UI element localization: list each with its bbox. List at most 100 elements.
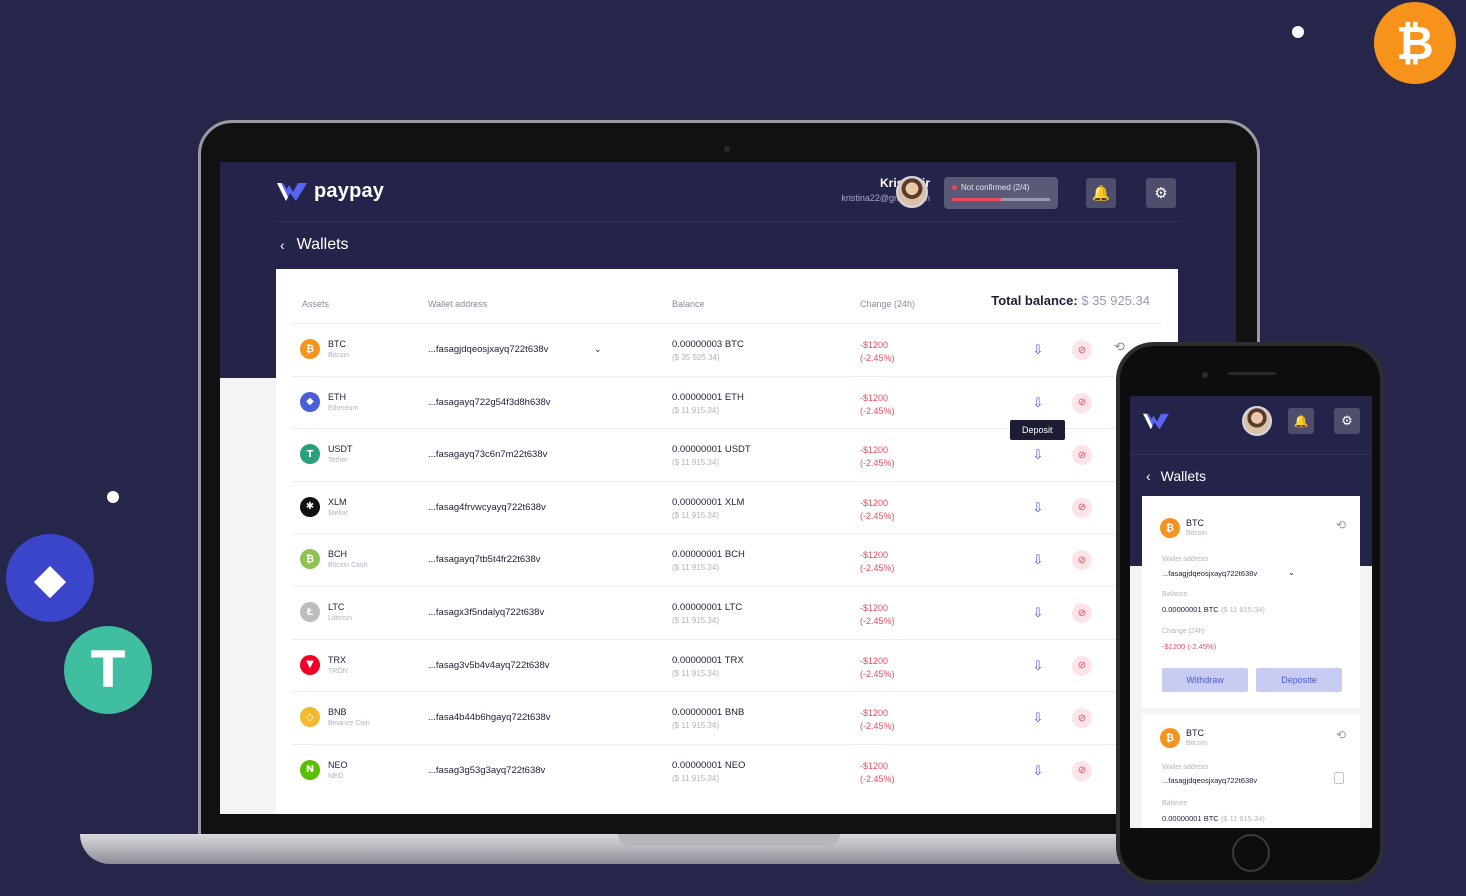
balance-amount: 0.00000001 BCH — [672, 549, 745, 561]
table-row[interactable]: ▼ TRX TRON ...fasag3v5b4v4ayq722t638v 0.0000… — [292, 638, 1162, 691]
wallet-address[interactable]: ...fasagayq73c6n7m22t638v — [428, 449, 547, 460]
asset-name: TRON — [328, 667, 348, 675]
chevron-left-icon[interactable]: ‹ — [280, 237, 285, 253]
asset-name: Bitcoin — [328, 352, 350, 359]
wallet-address[interactable]: ...fasa4b44b6hgayq722t638v — [428, 712, 551, 723]
balance-amount: 0.00000001 LTC — [672, 602, 743, 613]
header-address: Wallet address — [428, 299, 488, 309]
divider — [1130, 454, 1372, 455]
table-row[interactable]: ◇ BNB Binance Coin ...fasa4b44b6hgayq722t63… — [292, 691, 1162, 743]
balance-amount: 0.00000001 USDT — [672, 444, 751, 456]
withdraw-icon[interactable]: ⊘ — [1072, 550, 1092, 571]
withdraw-icon[interactable]: ⊘ — [1072, 655, 1092, 676]
deposit-icon[interactable]: ⇩ — [1028, 761, 1048, 781]
brand-logo[interactable]: paypay — [276, 180, 384, 203]
asset-symbol: BNB — [328, 707, 347, 718]
balance-value: 0.00000001 BTC ($ 11 915.34) — [1162, 605, 1265, 614]
balance-amount: 0.00000003 BTC — [672, 339, 744, 350]
asset-name: Stellar — [328, 509, 348, 517]
wallets-table: Assets Wallet address Balance Change (24… — [276, 269, 1178, 814]
change-value: -$1200 (-2.45%) — [860, 444, 895, 470]
notifications-button[interactable]: 🔔 — [1086, 178, 1116, 208]
paypay-logo-icon[interactable] — [1142, 412, 1170, 431]
withdraw-icon[interactable]: ⊘ — [1072, 445, 1092, 466]
change-percent: (-2.45%) — [860, 510, 895, 521]
table-row[interactable]: ✱ XLM Stellar ...fasag4frvwcyayq722t638v 0.0… — [292, 480, 1162, 533]
balance-usd: ($ 11 915.34) — [1220, 605, 1265, 614]
history-icon[interactable]: ⟲ — [1336, 728, 1346, 742]
change-value: -$1200 (-2.45%) — [860, 760, 895, 786]
deposit-icon[interactable]: ⇩ — [1028, 445, 1048, 465]
wallet-address[interactable]: ...fasagx3f5ndalyq722t638v — [428, 607, 544, 618]
settings-button[interactable]: ⚙ — [1146, 178, 1176, 208]
wallet-address[interactable]: ...fasagayq7tb5t4fr22t638v — [428, 554, 541, 565]
balance-usd: ($ 11 915.34) — [672, 773, 719, 783]
asset-name: Binance Coin — [328, 720, 370, 728]
withdraw-icon[interactable]: ⊘ — [1072, 603, 1092, 623]
settings-button[interactable]: ⚙ — [1334, 408, 1360, 434]
bell-icon: 🔔 — [1091, 185, 1111, 202]
table-row[interactable]: N NEO NEO ...fasag3g53g3ayq722t638v 0.000000… — [292, 743, 1162, 796]
balance-usd: ($ 11 915.34) — [672, 668, 719, 678]
notifications-button[interactable]: 🔔 — [1288, 408, 1314, 434]
wallet-address[interactable]: ...fasag3v5b4v4ayq722t638v — [428, 660, 549, 671]
change-value: -$1200 (-2.45%) — [860, 339, 895, 365]
history-icon[interactable]: ⟲ — [1114, 339, 1125, 355]
wallet-address[interactable]: ...fasagjdqeosjxayq722t638v — [428, 344, 548, 355]
balance-amount: 0.00000001 BNB — [672, 707, 745, 719]
asset-symbol: ETH — [328, 391, 346, 402]
phone-home-button[interactable] — [1232, 834, 1270, 872]
avatar[interactable] — [896, 176, 928, 208]
deposit-icon[interactable]: ⇩ — [1028, 340, 1048, 360]
deposit-icon[interactable]: ⇩ — [1028, 603, 1048, 623]
status-dot-icon — [952, 185, 957, 190]
wallet-address[interactable]: ...fasag4frvwcyayq722t638v — [428, 502, 546, 513]
change-value: -$1200 (-2.45%) — [860, 707, 895, 733]
withdraw-button[interactable]: Withdraw — [1162, 668, 1248, 692]
avatar[interactable] — [1242, 406, 1272, 436]
chevron-down-icon[interactable]: ⌄ — [1288, 568, 1295, 577]
withdraw-icon[interactable]: ⊘ — [1072, 340, 1092, 360]
deposit-icon[interactable]: ⇩ — [1028, 656, 1048, 676]
table-row[interactable]: ₿ BCH Bitcoin Cash ...fasagayq7tb5t4fr22t63… — [292, 533, 1162, 585]
withdraw-icon[interactable]: ⊘ — [1072, 497, 1092, 518]
xlm-coin-icon: ✱ — [300, 496, 320, 517]
page-title: ‹ Wallets — [280, 236, 349, 254]
wallet-address[interactable]: ...fasagayq722g54f3d8h638v — [428, 397, 551, 408]
deposit-icon[interactable]: ⇩ — [1028, 498, 1048, 518]
chevron-left-icon[interactable]: ‹ — [1146, 468, 1151, 484]
deposit-icon[interactable]: ⇩ — [1028, 393, 1048, 413]
table-row[interactable]: ₿ BTC Bitcoin ...fasagjdqeosjxayq722t638v ⌄ 0… — [292, 323, 1162, 375]
asset-symbol: XLM — [328, 496, 347, 507]
balance-label: Balance — [1162, 591, 1188, 598]
balance-amount: 0.00000001 BTC — [1162, 814, 1219, 823]
laptop-screen: paypay Kris Spir kristina22@gmail.com No… — [220, 162, 1236, 814]
wallet-address[interactable]: ...fasag3g53g3ayq722t638v — [428, 765, 545, 776]
chevron-down-icon[interactable]: ⌄ — [594, 344, 602, 355]
neo-coin-icon: N — [300, 759, 320, 780]
withdraw-icon[interactable]: ⊘ — [1072, 392, 1092, 413]
btc-coin-icon: ₿ — [1160, 728, 1180, 748]
total-balance-label: Total balance: — [991, 293, 1078, 308]
deposit-icon[interactable]: ⇩ — [1028, 550, 1048, 570]
withdraw-icon[interactable]: ⊘ — [1072, 760, 1092, 781]
withdraw-icon[interactable]: ⊘ — [1072, 708, 1092, 729]
deposit-icon[interactable]: ⇩ — [1028, 708, 1048, 728]
btc-coin-icon: ₿ — [1160, 518, 1180, 538]
gear-icon: ⚙ — [1154, 185, 1168, 202]
table-row[interactable]: Ł LTC Litecoin ...fasagx3f5ndalyq722t638v 0.… — [292, 586, 1162, 638]
asset-name: Bitcoin Cash — [328, 562, 368, 570]
phone-camera — [1202, 372, 1208, 378]
balance-usd: ($ 11 915.34) — [672, 721, 719, 731]
deposit-button[interactable]: Deposite — [1256, 668, 1342, 692]
ltc-coin-icon: Ł — [300, 602, 320, 622]
verification-status[interactable]: Not confirmed (2/4) — [944, 177, 1058, 209]
history-icon[interactable]: ⟲ — [1336, 518, 1346, 532]
change-percent: (-2.45%) — [860, 458, 895, 469]
wallet-address: ...fasagjdqeosjxayq722t638v — [1162, 776, 1258, 785]
asset-name: NEO — [328, 772, 344, 780]
copy-icon[interactable] — [1334, 772, 1344, 784]
trx-coin-icon: ▼ — [300, 654, 320, 675]
balance-usd: ($ 11 915.34) — [1220, 814, 1265, 823]
change-value: -$1200 (-2.45%) — [860, 602, 895, 628]
